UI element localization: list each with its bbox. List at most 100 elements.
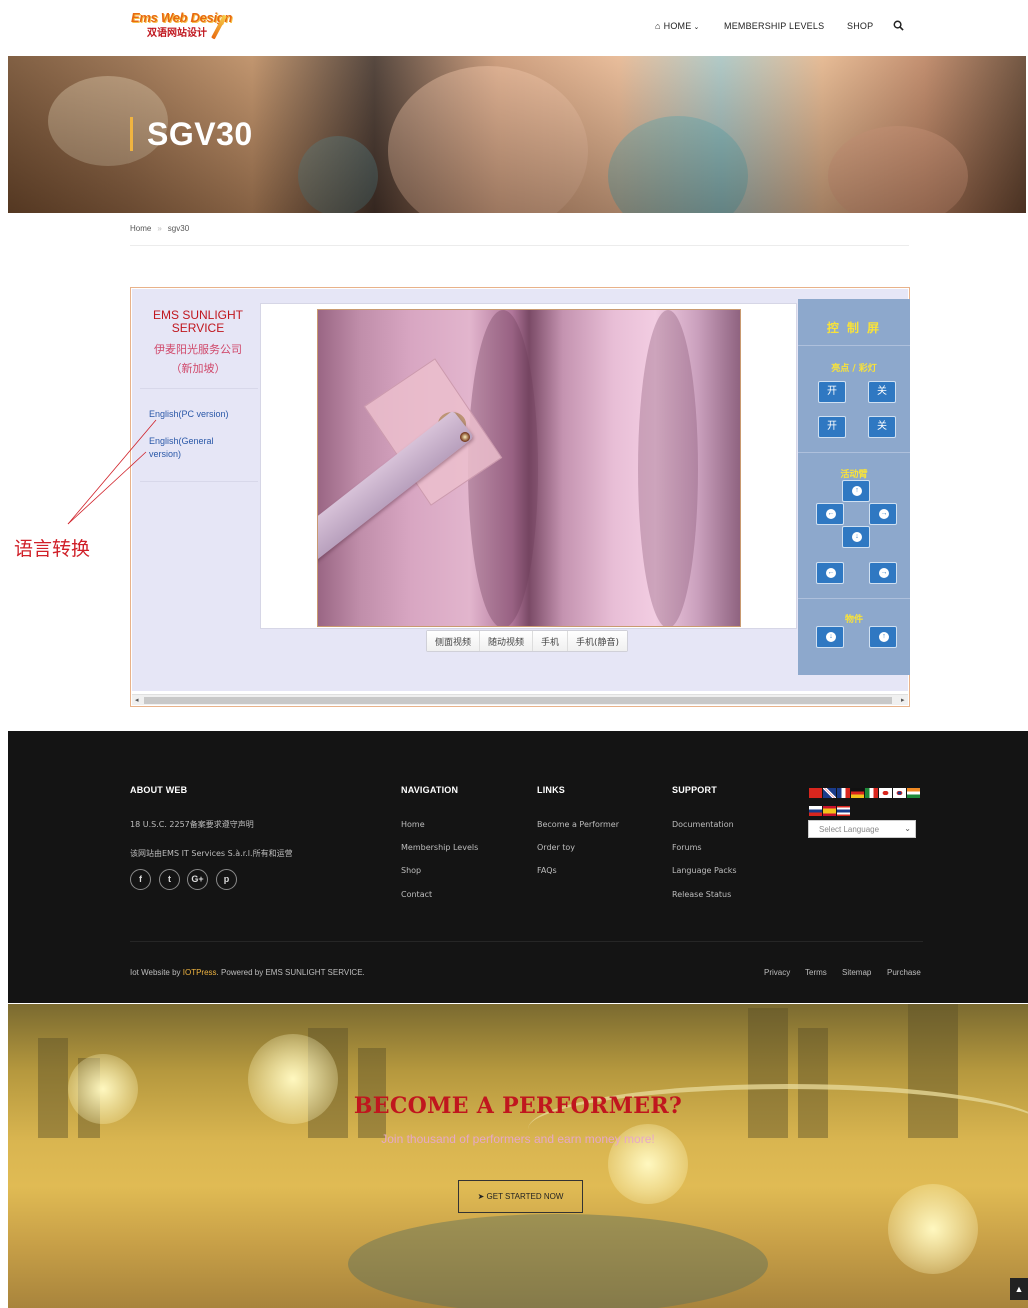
flag-france-icon[interactable] xyxy=(837,788,850,798)
get-started-label: GET STARTED NOW xyxy=(486,1192,564,1201)
annotation-pointer-lines xyxy=(67,419,157,525)
footer-nav-membership[interactable]: Membership Levels xyxy=(401,843,478,852)
scroll-left-icon[interactable]: ◂ xyxy=(135,695,139,706)
breadcrumb: Home » sgv30 xyxy=(130,224,189,233)
city-skyline-shape xyxy=(38,1038,68,1138)
footer-link-order-toy[interactable]: Order toy xyxy=(537,843,575,852)
footer-support-language-packs[interactable]: Language Packs xyxy=(672,866,737,875)
divider xyxy=(798,452,910,453)
nav-membership-levels[interactable]: MEMBERSHIP LEVELS xyxy=(724,21,824,31)
video-source-tabs: 侧面视频 随动视频 手机 手机(静音) xyxy=(426,630,629,652)
arrow-down-icon: ↓ xyxy=(852,532,862,542)
light-on-button-1[interactable]: 开 xyxy=(818,381,846,403)
arrow-left-icon: ← xyxy=(826,509,836,519)
tab-side-video[interactable]: 侧面视频 xyxy=(427,631,481,651)
flag-spain-icon[interactable] xyxy=(823,806,836,816)
footer-support-forums[interactable]: Forums xyxy=(672,843,702,852)
tab-follow-video[interactable]: 随动视频 xyxy=(480,631,534,651)
arm-down-button[interactable]: ↓ xyxy=(842,526,870,548)
footer-nav-home[interactable]: Home xyxy=(401,820,425,829)
arm-rotate-right-button[interactable]: → xyxy=(869,562,897,584)
flag-japan-icon[interactable] xyxy=(879,788,892,798)
item-up-button[interactable]: ↑ xyxy=(869,626,897,648)
laser-dot xyxy=(460,432,470,442)
cta-subtitle: Join thousand of performers and earn mon… xyxy=(381,1132,655,1146)
iotpress-link[interactable]: IOTPress xyxy=(183,968,217,977)
chevron-up-icon: ▲ xyxy=(1014,1284,1024,1294)
footer-support-docs[interactable]: Documentation xyxy=(672,820,734,829)
footer-link-performer[interactable]: Become a Performer xyxy=(537,820,619,829)
facebook-icon[interactable]: f xyxy=(130,869,151,890)
language-select[interactable]: Select Language ⌄ xyxy=(808,820,916,838)
flag-india-icon[interactable] xyxy=(907,788,920,798)
flag-china-icon[interactable] xyxy=(809,788,822,798)
arm-left-button[interactable]: ← xyxy=(816,503,844,525)
footer-navigation-title: NAVIGATION xyxy=(401,785,459,795)
become-performer-section: BECOME A PERFORMER? Join thousand of per… xyxy=(8,1004,1028,1308)
back-to-top-button[interactable]: ▲ xyxy=(1010,1278,1028,1300)
breadcrumb-current: sgv30 xyxy=(167,224,190,233)
nav-home-label: HOME xyxy=(663,21,692,31)
english-pc-version-link[interactable]: English(PC version) xyxy=(149,408,229,421)
top-navbar: Ems Web Design 双语网站设计 ⌂ HOME ⌄ MEMBERSHIP … xyxy=(0,0,1028,56)
divider xyxy=(130,245,909,246)
arm-right-button[interactable]: → xyxy=(869,503,897,525)
footer-link-faqs[interactable]: FAQs xyxy=(537,866,557,875)
brand-cn-line2: （新加坡） xyxy=(170,362,226,375)
horizontal-scrollbar[interactable]: ◂ ▸ xyxy=(132,694,908,705)
item-down-button[interactable]: ↓ xyxy=(816,626,844,648)
google-plus-icon[interactable]: G+ xyxy=(187,869,208,890)
divider xyxy=(130,941,923,942)
site-logo[interactable]: Ems Web Design 双语网站设计 xyxy=(131,10,235,42)
breadcrumb-home[interactable]: Home xyxy=(130,224,151,233)
embedded-control-frame: EMS SUNLIGHT SERVICE 伊麦阳光服务公司 （新加坡） Engl… xyxy=(130,287,910,707)
footer-sitemap-link[interactable]: Sitemap xyxy=(842,968,871,977)
arm-up-button[interactable]: ↑ xyxy=(842,480,870,502)
tab-mobile[interactable]: 手机 xyxy=(533,631,569,651)
chevron-down-icon: ⌄ xyxy=(693,24,700,31)
arrow-right-icon: → xyxy=(879,568,889,578)
footer-nav-contact[interactable]: Contact xyxy=(401,890,432,899)
city-light-glow xyxy=(888,1184,978,1274)
page-title: SGV30 xyxy=(147,116,253,152)
search-icon[interactable] xyxy=(893,20,904,31)
camera-video-feed[interactable] xyxy=(317,309,741,627)
light-off-button-2[interactable]: 关 xyxy=(868,416,896,438)
control-panel-page: EMS SUNLIGHT SERVICE 伊麦阳光服务公司 （新加坡） Engl… xyxy=(132,289,910,691)
light-off-button-1[interactable]: 关 xyxy=(868,381,896,403)
nav-shop[interactable]: SHOP xyxy=(847,21,873,31)
flag-italy-icon[interactable] xyxy=(865,788,878,798)
twitter-icon[interactable]: t xyxy=(159,869,180,890)
footer-support-release-status[interactable]: Release Status xyxy=(672,890,731,899)
flag-russia-icon[interactable] xyxy=(809,806,822,816)
flag-thailand-icon[interactable] xyxy=(837,806,850,816)
title-accent-bar xyxy=(130,117,133,151)
home-icon: ⌂ xyxy=(655,21,661,31)
annotation-label: 语言转换 xyxy=(14,538,91,560)
nav-home[interactable]: ⌂ HOME ⌄ xyxy=(655,21,700,31)
arrow-left-icon: ← xyxy=(826,568,836,578)
footer-purchase-link[interactable]: Purchase xyxy=(887,968,921,977)
footer-terms-link[interactable]: Terms xyxy=(805,968,827,977)
footer-support-title: SUPPORT xyxy=(672,785,717,795)
light-section-title: 亮点 / 彩灯 xyxy=(831,364,877,374)
tab-mobile-muted[interactable]: 手机(静音) xyxy=(568,631,628,651)
language-flags xyxy=(809,788,925,824)
scroll-right-icon[interactable]: ▸ xyxy=(901,695,905,706)
fountain-pool-shape xyxy=(348,1214,768,1308)
flag-germany-icon[interactable] xyxy=(851,788,864,798)
scrollbar-thumb[interactable] xyxy=(144,697,892,704)
flag-korea-icon[interactable] xyxy=(893,788,906,798)
flag-uk-icon[interactable] xyxy=(823,788,836,798)
arm-section-title: 活动臂 xyxy=(840,470,868,480)
arm-rotate-left-button[interactable]: ← xyxy=(816,562,844,584)
divider xyxy=(798,345,910,346)
arrow-down-icon: ↓ xyxy=(826,632,836,642)
get-started-button[interactable]: ➤ GET STARTED NOW xyxy=(458,1180,583,1213)
logo-subtext: 双语网站设计 xyxy=(147,28,207,39)
light-on-button-2[interactable]: 开 xyxy=(818,416,846,438)
footer-privacy-link[interactable]: Privacy xyxy=(764,968,790,977)
footer-nav-shop[interactable]: Shop xyxy=(401,866,421,875)
fabric-fold xyxy=(638,310,698,626)
pinterest-icon[interactable]: p xyxy=(216,869,237,890)
